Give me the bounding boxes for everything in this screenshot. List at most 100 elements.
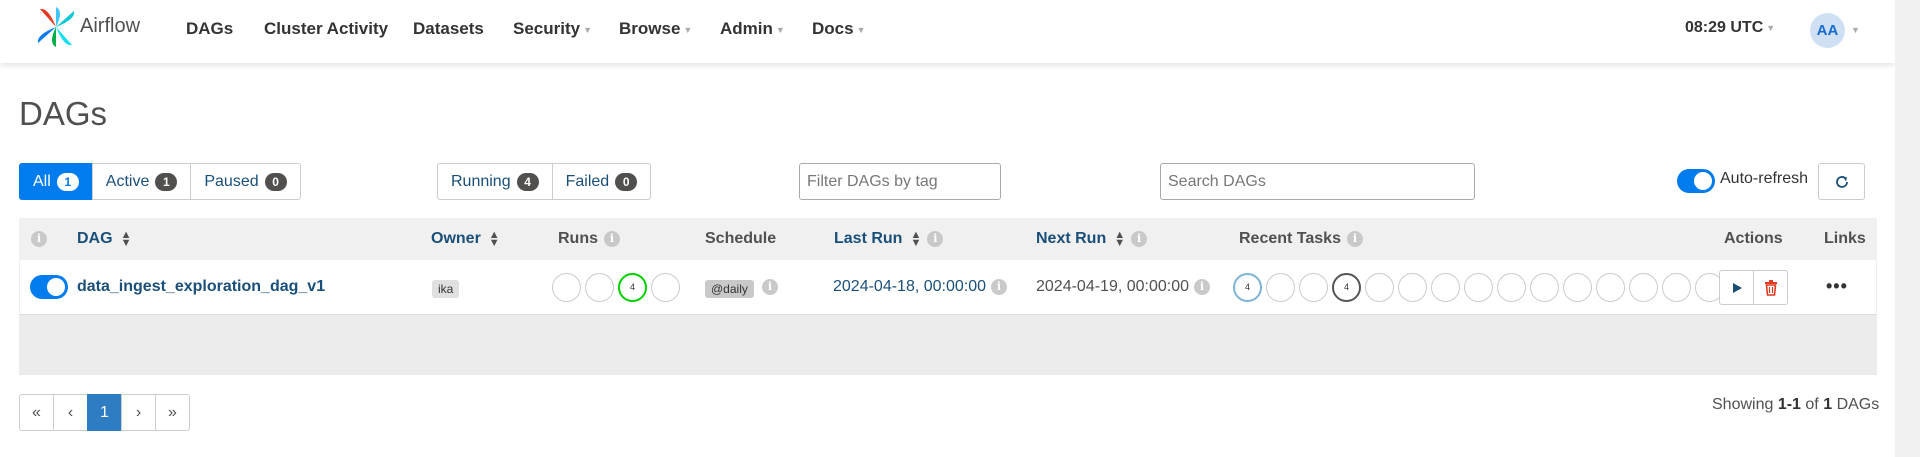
filter-failed-button[interactable]: Failed 0 [551,163,652,200]
dag-id-link[interactable]: data_ingest_exploration_dag_v1 [77,278,325,296]
column-header-runs: Runs i [558,230,620,248]
next-run-text: 2024-04-19, 00:00:00 [1036,278,1190,295]
task-state-circle[interactable] [1299,273,1328,302]
page-next-button[interactable]: › [121,394,156,431]
task-state-circle[interactable] [1530,273,1559,302]
user-avatar[interactable]: AA [1810,13,1845,48]
play-icon [1732,282,1742,293]
filter-all-button[interactable]: All 1 [19,163,93,200]
info-icon[interactable]: i [1194,279,1210,295]
toggle-knob [1694,172,1712,190]
task-state-circle[interactable] [1596,273,1625,302]
task-state-circle[interactable] [1563,273,1592,302]
task-state-circle[interactable] [1464,273,1493,302]
page-prev-button[interactable]: ‹ [53,394,88,431]
schedule-tag[interactable]: @daily [705,280,754,298]
info-icon[interactable]: i [991,279,1007,295]
count-badge: 0 [264,172,287,191]
nav-cluster-activity[interactable]: Cluster Activity [264,19,388,39]
nav-browse[interactable]: Browse ▼ [619,19,692,39]
task-state-circle[interactable] [1497,273,1526,302]
nav-admin[interactable]: Admin ▼ [720,19,785,39]
chevron-down-icon: ▼ [1766,22,1776,33]
owner-tag[interactable]: ika [432,280,460,298]
info-icon[interactable]: i [604,230,620,247]
sort-icon: ▲ ▼ [910,228,922,249]
run-status-circle-queued[interactable] [552,273,581,302]
delete-dag-button[interactable] [1753,270,1788,305]
table-empty-space [19,315,1877,375]
info-icon[interactable]: i [762,279,778,295]
nav-dags[interactable]: DAGs [186,19,233,39]
more-links-icon[interactable]: ••• [1826,276,1848,297]
chevron-down-icon: ▼ [775,24,785,35]
column-header-last-run[interactable]: Last Run ▲ ▼ i [834,228,944,249]
info-icon[interactable]: i [1131,230,1148,247]
chevron-down-icon: ▼ [856,24,866,35]
info-icon[interactable]: i [927,230,944,247]
brand-name[interactable]: Airflow [80,15,140,38]
table-header: i DAG ▲ ▼ Owner ▲ ▼ Runs i Schedule Last Run ▲… [19,218,1877,260]
task-state-circle[interactable] [1398,273,1427,302]
last-run-link[interactable]: 2024-04-18, 00:00:00 [833,278,986,296]
search-input[interactable] [1160,163,1475,200]
count-badge: 4 [516,172,539,191]
utc-clock[interactable]: 08:29 UTC ▼ [1685,19,1775,37]
nav-security[interactable]: Security ▼ [513,19,592,39]
filter-paused-button[interactable]: Paused 0 [190,163,301,200]
task-state-circle[interactable] [1431,273,1460,302]
tag-filter-input[interactable] [799,163,1001,200]
column-header-owner[interactable]: Owner ▲ ▼ [431,228,500,249]
sort-icon: ▲ ▼ [120,228,132,249]
status-filter-group: All 1 Active 1 Paused 0 [19,163,301,200]
vertical-scrollbar[interactable] [1895,0,1920,457]
nav-docs[interactable]: Docs ▼ [812,19,866,39]
task-state-circle[interactable] [1266,273,1295,302]
column-header-actions: Actions [1724,230,1783,247]
toggle-knob [47,278,65,296]
count-badge: 1 [56,172,79,191]
airflow-logo-icon[interactable] [34,5,78,49]
run-status-circle-success[interactable] [585,273,614,302]
count-badge: 1 [155,172,178,191]
refresh-button[interactable] [1818,163,1865,200]
select-all-info: i [31,230,47,248]
auto-refresh-label: Auto-refresh [1720,170,1809,187]
task-state-circle[interactable] [1662,273,1691,302]
page-last-button[interactable]: » [155,394,190,431]
run-status-circle-running[interactable]: 4 [618,273,647,302]
column-header-links: Links [1824,230,1866,247]
sort-icon: ▲ ▼ [1114,228,1126,249]
run-filter-group: Running 4 Failed 0 [437,163,652,200]
count-badge: 0 [615,172,638,191]
auto-refresh-toggle[interactable] [1677,169,1715,193]
page-title: DAGs [19,95,108,132]
chevron-down-icon: ▼ [583,24,593,35]
sort-icon: ▲ ▼ [488,228,500,249]
column-header-dag[interactable]: DAG ▲ ▼ [77,228,132,249]
filter-running-button[interactable]: Running 4 [437,163,553,200]
page-current-button[interactable]: 1 [87,394,122,431]
filter-active-button[interactable]: Active 1 [91,163,192,200]
column-header-schedule: Schedule [705,230,777,247]
info-icon[interactable]: i [1346,230,1363,247]
column-header-recent-tasks: Recent Tasks i [1239,230,1363,248]
results-count: Showing 1-1 of 1 DAGs [1712,396,1880,413]
task-state-circle[interactable] [1629,273,1658,302]
top-navbar: Airflow DAGs Cluster Activity Datasets S… [0,0,1895,63]
run-status-circle-failed[interactable] [651,273,680,302]
page-first-button[interactable]: « [19,394,54,431]
pagination: « ‹ 1 › » [19,394,190,431]
task-state-circle[interactable]: 4 [1233,273,1262,302]
column-header-next-run[interactable]: Next Run ▲ ▼ i [1036,228,1148,249]
trash-icon [1764,279,1777,296]
nav-datasets[interactable]: Datasets [413,19,484,39]
trigger-dag-button[interactable] [1719,270,1754,305]
refresh-icon [1835,175,1848,188]
chevron-down-icon[interactable]: ▼ [1851,25,1860,35]
task-state-circle[interactable] [1365,273,1394,302]
chevron-down-icon: ▼ [683,24,693,35]
task-state-circle[interactable]: 4 [1332,273,1361,302]
dag-pause-toggle[interactable] [30,275,68,299]
info-icon[interactable]: i [31,230,47,247]
